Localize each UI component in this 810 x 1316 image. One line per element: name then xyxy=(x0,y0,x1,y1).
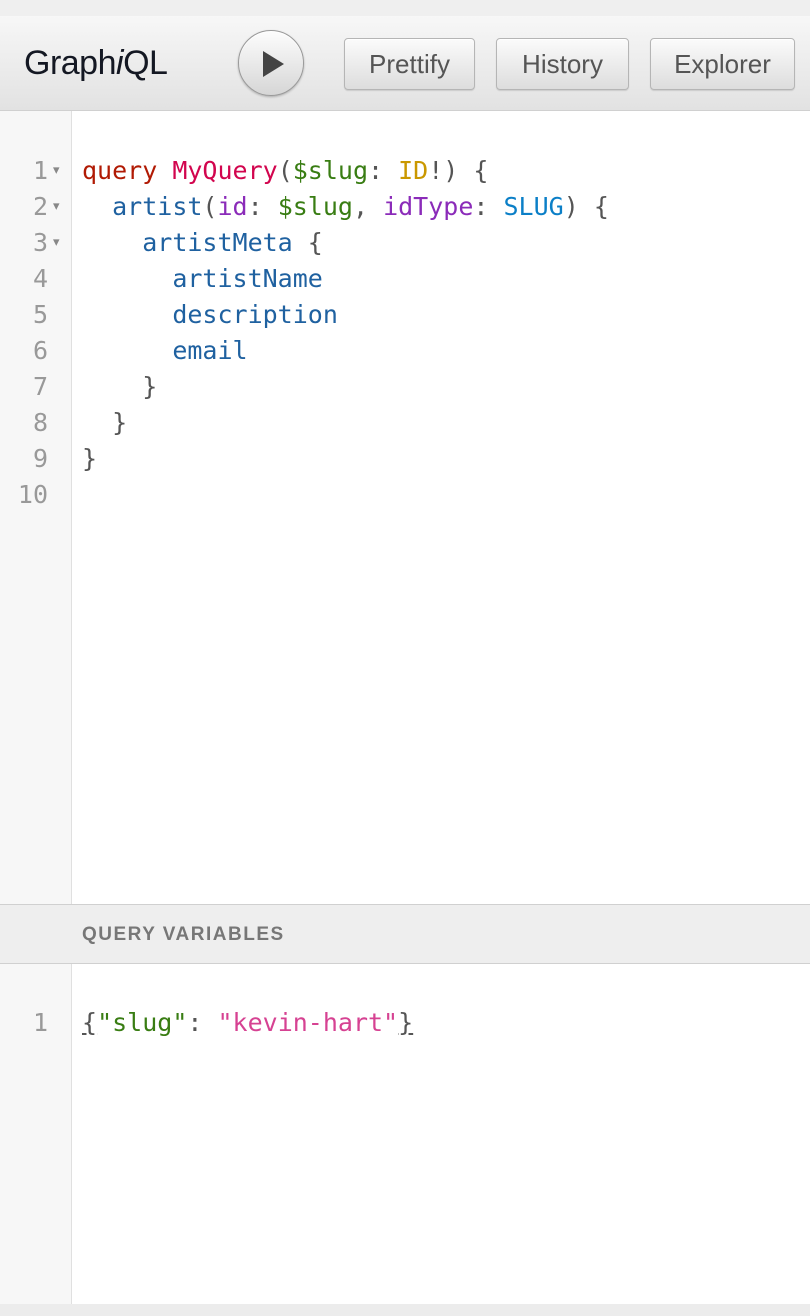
punct-token: ! xyxy=(428,156,444,185)
punct-token: : xyxy=(473,192,504,221)
fold-arrow-icon[interactable]: ▾ xyxy=(53,189,60,225)
json-key-token: "slug" xyxy=(97,1008,188,1037)
query-variables-title: QUERY VARIABLES xyxy=(82,924,285,945)
editor-line: 9 } xyxy=(0,441,810,477)
keyword-token: query xyxy=(82,156,158,185)
editor-line: 3 ▾ artistMeta { xyxy=(0,225,810,261)
code-line: } xyxy=(82,369,157,405)
line-number: 1 xyxy=(32,1008,48,1037)
enum-token: SLUG xyxy=(503,192,564,221)
line-number: 9 xyxy=(32,444,48,473)
variable-token: $slug xyxy=(292,156,369,185)
line-number: 3 xyxy=(32,228,48,257)
field-token: artistName xyxy=(172,264,323,293)
app-title-tail: QL xyxy=(123,44,168,82)
editor-line: 5 description xyxy=(0,297,810,333)
field-token: email xyxy=(172,336,248,365)
punct-token: , xyxy=(352,192,384,221)
fold-arrow-icon[interactable]: ▾ xyxy=(53,225,60,261)
editor-line: 10 xyxy=(0,477,810,513)
code-line: description xyxy=(82,297,338,333)
code-line: } xyxy=(82,441,97,477)
punct-token: ( xyxy=(277,156,293,185)
field-token: artistMeta xyxy=(142,228,293,257)
code-line: artistMeta { xyxy=(82,225,323,261)
editor-line: 1 ▾ query MyQuery($slug: ID!) { xyxy=(0,153,810,189)
play-icon xyxy=(263,51,284,77)
code-line: query MyQuery($slug: ID!) { xyxy=(82,153,488,189)
field-token: artist xyxy=(112,192,203,221)
editor-line: 2 ▾ artist(id: $slug, idType: SLUG) { xyxy=(0,189,810,225)
punct-token: ( xyxy=(202,192,218,221)
punct-token: : xyxy=(187,1008,218,1037)
toolbar: GraphiQL Prettify History Explorer xyxy=(0,16,810,111)
variables-editor[interactable]: 1 {"slug": "kevin-hart"} xyxy=(0,964,810,1304)
line-number: 4 xyxy=(32,264,48,293)
fold-arrow-icon[interactable]: ▾ xyxy=(53,153,60,189)
top-strip xyxy=(0,0,810,16)
argument-token: idType xyxy=(383,192,474,221)
punct-token: { xyxy=(292,228,323,257)
punct-token: } xyxy=(398,1008,414,1037)
punct-token: } xyxy=(82,444,98,473)
operation-name-token: MyQuery xyxy=(172,156,278,185)
punct-token: } xyxy=(112,408,128,437)
code-line: artistName xyxy=(82,261,323,297)
line-number: 8 xyxy=(32,408,48,437)
explorer-button[interactable]: Explorer xyxy=(650,38,795,90)
type-token: ID xyxy=(398,156,429,185)
bottom-strip xyxy=(0,1304,810,1316)
app-title-italic: i xyxy=(116,44,124,82)
argument-token: id xyxy=(217,192,248,221)
code-line: artist(id: $slug, idType: SLUG) { xyxy=(82,189,609,225)
punct-token: } xyxy=(142,372,158,401)
punct-token: ) { xyxy=(443,156,489,185)
line-number: 7 xyxy=(32,372,48,401)
punct-token: ) { xyxy=(563,192,609,221)
line-number: 1 xyxy=(32,156,48,185)
code-line: email xyxy=(82,333,248,369)
code-line: } xyxy=(82,405,127,441)
query-variables-header[interactable]: QUERY VARIABLES xyxy=(0,904,810,964)
line-number: 10 xyxy=(17,480,48,509)
editor-line: 8 } xyxy=(0,405,810,441)
variable-token: $slug xyxy=(277,192,353,221)
history-button[interactable]: History xyxy=(496,38,629,90)
json-string-token: "kevin-hart" xyxy=(217,1008,399,1037)
editor-line: 6 email xyxy=(0,333,810,369)
app-title: GraphiQL xyxy=(24,44,168,83)
line-number: 6 xyxy=(32,336,48,365)
code-line: {"slug": "kevin-hart"} xyxy=(82,1005,413,1041)
app-title-plain: Graph xyxy=(24,44,117,82)
editor-line: 7 } xyxy=(0,369,810,405)
variables-line: 1 {"slug": "kevin-hart"} xyxy=(0,1005,810,1041)
punct-token: { xyxy=(82,1008,98,1037)
prettify-button[interactable]: Prettify xyxy=(344,38,475,90)
query-editor[interactable]: 1 ▾ query MyQuery($slug: ID!) { 2 ▾ arti… xyxy=(0,111,810,904)
punct-token: : xyxy=(247,192,278,221)
run-query-button[interactable] xyxy=(238,30,304,96)
editor-line: 4 artistName xyxy=(0,261,810,297)
field-token: description xyxy=(172,300,338,329)
line-number: 5 xyxy=(32,300,48,329)
punct-token: : xyxy=(368,156,399,185)
line-number: 2 xyxy=(32,192,48,221)
